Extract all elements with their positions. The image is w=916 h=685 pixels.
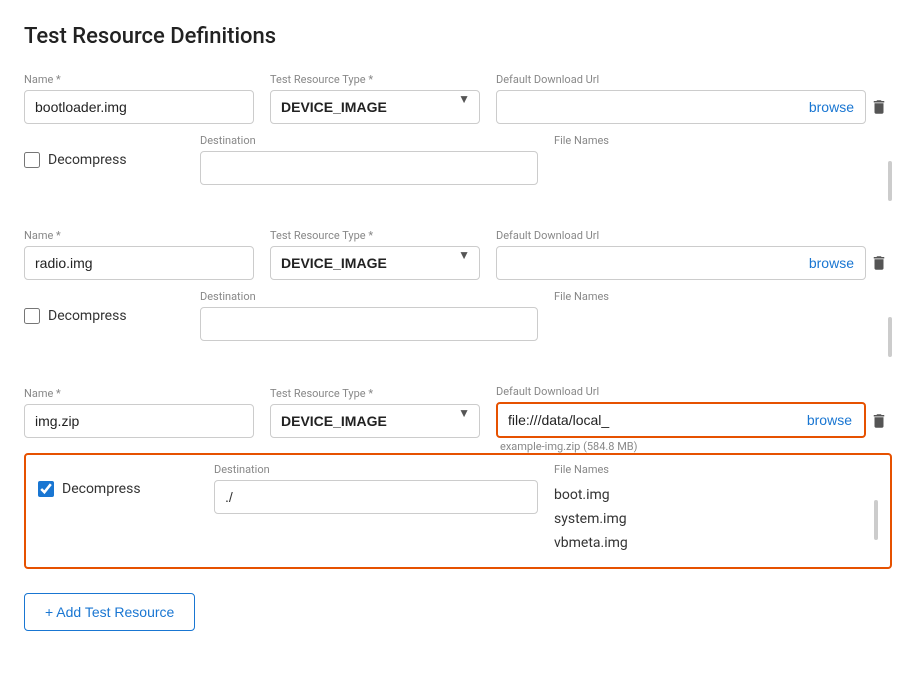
browse-button-3[interactable]: browse: [795, 404, 864, 436]
browse-button-1[interactable]: browse: [797, 90, 866, 124]
filenames-list-1: [554, 151, 892, 211]
decompress-area-2: Decompress: [24, 290, 184, 324]
destination-area-1: Destination: [200, 134, 538, 185]
name-field-3: Name *: [24, 387, 254, 438]
scroll-indicator: [888, 161, 892, 201]
scroll-indicator: [888, 317, 892, 357]
filenames-area-3: File Namesboot.imgsystem.imgvbmeta.img: [554, 463, 878, 559]
type-select-1[interactable]: DEVICE_IMAGE: [270, 90, 480, 124]
name-input-1[interactable]: [24, 90, 254, 124]
resource-row-2: Name *Test Resource Type *DEVICE_IMAGE▼D…: [24, 229, 892, 280]
decompress-label-1: Decompress: [48, 152, 127, 168]
resource-row-1: Name *Test Resource Type *DEVICE_IMAGE▼D…: [24, 73, 892, 124]
decompress-label-3: Decompress: [62, 481, 141, 497]
resource-block-3: Name *Test Resource Type *DEVICE_IMAGE▼D…: [24, 385, 892, 569]
filenames-area-2: File Names: [554, 290, 892, 367]
subrow-2: Decompress Destination File Names: [24, 280, 892, 377]
delete-button-1[interactable]: [866, 90, 892, 124]
subrow-1: Decompress Destination File Names: [24, 124, 892, 221]
name-field-1: Name *: [24, 73, 254, 124]
decompress-label-2: Decompress: [48, 308, 127, 324]
filenames-item: vbmeta.img: [554, 532, 878, 556]
decompress-checkbox-3[interactable]: [38, 481, 54, 497]
delete-button-3[interactable]: [866, 404, 892, 438]
filenames-list-3: boot.imgsystem.imgvbmeta.img: [554, 480, 878, 559]
delete-button-2[interactable]: [866, 246, 892, 280]
destination-area-3: Destination: [214, 463, 538, 514]
type-select-3[interactable]: DEVICE_IMAGE: [270, 404, 480, 438]
scroll-indicator: [874, 500, 878, 540]
type-field-1: Test Resource Type *DEVICE_IMAGE▼: [270, 73, 480, 124]
filenames-area-1: File Names: [554, 134, 892, 211]
name-input-2[interactable]: [24, 246, 254, 280]
url-field-3: Default Download Urlbrowse: [496, 385, 866, 438]
resources-container: Name *Test Resource Type *DEVICE_IMAGE▼D…: [24, 73, 892, 569]
filenames-item: system.img: [554, 508, 878, 532]
destination-area-2: Destination: [200, 290, 538, 341]
decompress-checkbox-1[interactable]: [24, 152, 40, 168]
subrow-3: Decompress Destination File Namesboot.imgs…: [24, 453, 892, 569]
browse-button-2[interactable]: browse: [797, 246, 866, 280]
destination-input-2[interactable]: [200, 307, 538, 341]
resource-block-1: Name *Test Resource Type *DEVICE_IMAGE▼D…: [24, 73, 892, 221]
type-field-2: Test Resource Type *DEVICE_IMAGE▼: [270, 229, 480, 280]
resource-block-2: Name *Test Resource Type *DEVICE_IMAGE▼D…: [24, 229, 892, 377]
destination-input-1[interactable]: [200, 151, 538, 185]
url-field-1: Default Download Urlbrowse: [496, 73, 866, 124]
name-input-3[interactable]: [24, 404, 254, 438]
filenames-item: boot.img: [554, 484, 878, 508]
destination-input-3[interactable]: [214, 480, 538, 514]
type-field-3: Test Resource Type *DEVICE_IMAGE▼: [270, 387, 480, 438]
url-field-2: Default Download Urlbrowse: [496, 229, 866, 280]
filenames-list-2: [554, 307, 892, 367]
decompress-area-1: Decompress: [24, 134, 184, 168]
decompress-area-3: Decompress: [38, 463, 198, 497]
resource-row-3: Name *Test Resource Type *DEVICE_IMAGE▼D…: [24, 385, 892, 438]
decompress-checkbox-2[interactable]: [24, 308, 40, 324]
add-test-resource-button[interactable]: + Add Test Resource: [24, 593, 195, 631]
name-field-2: Name *: [24, 229, 254, 280]
file-info-3: example-img.zip (584.8 MB): [500, 440, 892, 453]
page-title: Test Resource Definitions: [24, 24, 892, 49]
type-select-2[interactable]: DEVICE_IMAGE: [270, 246, 480, 280]
